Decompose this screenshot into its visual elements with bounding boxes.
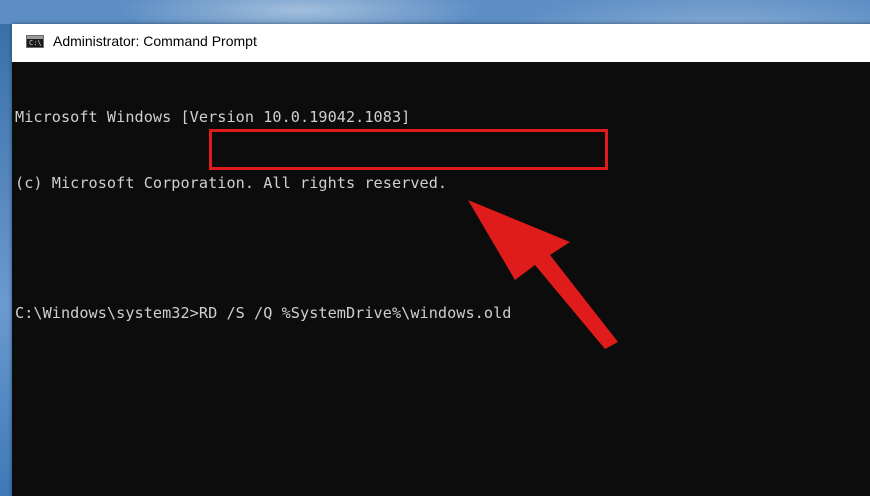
window-title: Administrator: Command Prompt [53, 32, 257, 49]
red-arrow-icon [468, 200, 618, 349]
console-output[interactable]: Microsoft Windows [Version 10.0.19042.10… [15, 62, 870, 496]
desktop-edge [0, 24, 12, 496]
cmd-icon: C:\ [26, 34, 44, 48]
command-prompt-window[interactable]: C:\ Administrator: Command Prompt Micros… [12, 24, 870, 496]
console-line: Microsoft Windows [Version 10.0.19042.10… [15, 108, 411, 126]
command-line[interactable]: C:\Windows\system32>RD /S /Q %SystemDriv… [15, 302, 870, 324]
console-line: (c) Microsoft Corporation. All rights re… [15, 174, 448, 192]
command-highlight-box [209, 129, 608, 170]
command-prompt-path: C:\Windows\system32> [15, 304, 199, 322]
title-bar[interactable]: C:\ Administrator: Command Prompt [12, 24, 870, 62]
command-input[interactable]: RD /S /Q %SystemDrive%\windows.old [199, 304, 512, 322]
